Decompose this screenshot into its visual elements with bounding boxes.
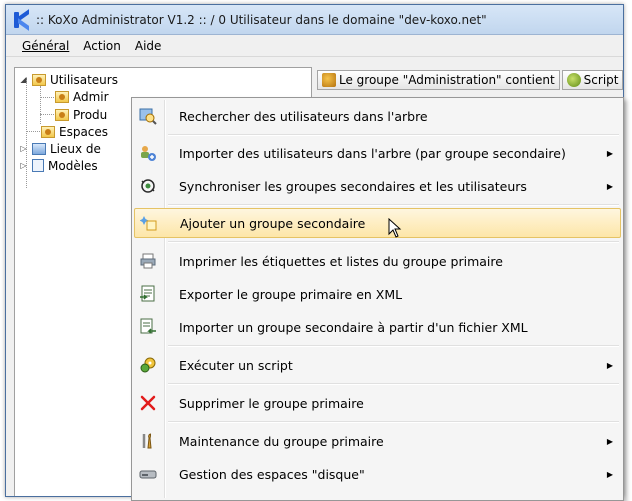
import-xml-icon bbox=[139, 318, 157, 336]
menu-item-label: Maintenance du groupe primaire bbox=[179, 433, 384, 449]
group-folder-icon bbox=[55, 108, 69, 121]
template-icon bbox=[32, 159, 44, 172]
menu-item-label: Importer un groupe secondaire à partir d… bbox=[179, 319, 528, 335]
menu-item-import-users[interactable]: Importer des utilisateurs dans l'arbre (… bbox=[134, 138, 621, 168]
menu-item-label: Exporter le groupe primaire en XML bbox=[179, 286, 403, 302]
script-button[interactable]: Script bbox=[561, 70, 623, 90]
tree-item-label: Modèles bbox=[48, 158, 98, 173]
mouse-cursor-icon bbox=[388, 218, 402, 238]
menu-item-delete-group[interactable]: Supprimer le groupe primaire bbox=[134, 388, 621, 418]
group-info-label: Le groupe "Administration" contient bbox=[339, 73, 555, 87]
expand-arrow-icon[interactable]: ▷ bbox=[19, 144, 28, 153]
menu-separator bbox=[168, 421, 619, 423]
context-menu: Rechercher des utilisateurs dans l'arbre… bbox=[131, 97, 624, 501]
submenu-arrow-icon: ▶ bbox=[606, 360, 613, 370]
submenu-arrow-icon: ▶ bbox=[606, 181, 613, 191]
places-icon bbox=[32, 142, 46, 155]
menu-action[interactable]: Action bbox=[83, 39, 121, 53]
menu-item-print-labels[interactable]: Imprimer les étiquettes et listes du gro… bbox=[134, 246, 621, 276]
tree-item-label: Espaces bbox=[59, 124, 109, 139]
print-icon bbox=[139, 252, 157, 270]
group-folder-icon bbox=[55, 90, 69, 103]
menu-separator bbox=[168, 241, 619, 243]
menu-separator bbox=[168, 345, 619, 347]
maintenance-icon bbox=[139, 432, 157, 450]
window-title: :: KoXo Administrator V1.2 :: / 0 Utilis… bbox=[36, 12, 487, 27]
group-icon bbox=[322, 73, 336, 87]
submenu-arrow-icon: ▶ bbox=[606, 148, 613, 158]
menu-item-label: Importer des utilisateurs dans l'arbre (… bbox=[179, 145, 566, 161]
menu-item-add-secondary-group[interactable]: Ajouter un groupe secondaire bbox=[134, 208, 621, 238]
tree-item-label: Admir bbox=[73, 89, 109, 104]
add-group-icon bbox=[140, 214, 158, 232]
menu-separator bbox=[168, 383, 619, 385]
collapse-arrow-icon[interactable]: ◢ bbox=[19, 75, 28, 84]
menu-item-label: Ajouter un groupe secondaire bbox=[180, 215, 366, 231]
tree-item-utilisateurs[interactable]: ◢ Utilisateurs bbox=[19, 71, 118, 88]
menu-item-label: Gestion des espaces "disque" bbox=[179, 466, 365, 482]
menu-item-sync-groups[interactable]: Synchroniser les groupes secondaires et … bbox=[134, 171, 621, 201]
tree-item-administration[interactable]: Admir bbox=[55, 88, 109, 105]
submenu-arrow-icon: ▶ bbox=[606, 469, 613, 479]
script-label: Script bbox=[583, 73, 619, 87]
menu-item-search-users[interactable]: Rechercher des utilisateurs dans l'arbre bbox=[134, 101, 621, 131]
tree-item-label: Produ bbox=[73, 107, 108, 122]
tree-item-espaces[interactable]: Espaces bbox=[41, 123, 108, 140]
menu-item-maintenance[interactable]: Maintenance du groupe primaire ▶ bbox=[134, 426, 621, 456]
menu-item-label: Imprimer les étiquettes et listes du gro… bbox=[179, 253, 503, 269]
menu-separator bbox=[168, 134, 619, 136]
menu-separator bbox=[168, 204, 619, 206]
script-icon bbox=[566, 73, 581, 87]
menu-general[interactable]: Général bbox=[22, 39, 69, 53]
sync-icon bbox=[139, 177, 157, 195]
tree-item-lieux[interactable]: ▷ Lieux de bbox=[19, 140, 101, 157]
tree-item-production[interactable]: Produ bbox=[55, 106, 107, 123]
group-info-button[interactable]: Le groupe "Administration" contient bbox=[317, 70, 560, 90]
disk-icon bbox=[139, 465, 157, 483]
menu-item-disk-spaces[interactable]: Gestion des espaces "disque" ▶ bbox=[134, 459, 621, 489]
tree-item-label: Utilisateurs bbox=[50, 72, 118, 87]
menu-aide[interactable]: Aide bbox=[135, 39, 162, 53]
menu-bar: Général Action Aide bbox=[6, 35, 623, 57]
expand-arrow-icon[interactable]: ▷ bbox=[19, 161, 28, 170]
app-logo-icon bbox=[12, 8, 30, 31]
delete-icon bbox=[139, 394, 157, 412]
menu-item-label: Exécuter un script bbox=[179, 357, 293, 373]
right-toolbar: Le groupe "Administration" contient Scri… bbox=[317, 69, 623, 91]
title-bar[interactable]: :: KoXo Administrator V1.2 :: / 0 Utilis… bbox=[6, 5, 623, 35]
search-users-icon bbox=[139, 107, 157, 125]
submenu-arrow-icon: ▶ bbox=[606, 436, 613, 446]
menu-item-run-script[interactable]: Exécuter un script ▶ bbox=[134, 350, 621, 380]
menu-item-export-xml[interactable]: Exporter le groupe primaire en XML bbox=[134, 279, 621, 309]
menu-item-label: Synchroniser les groupes secondaires et … bbox=[179, 178, 527, 194]
import-users-icon bbox=[139, 144, 157, 162]
spaces-icon bbox=[41, 125, 55, 138]
tree-item-label: Lieux de bbox=[50, 141, 101, 156]
group-folder-icon bbox=[32, 73, 46, 86]
script-icon bbox=[139, 356, 157, 374]
menu-item-label: Rechercher des utilisateurs dans l'arbre bbox=[179, 108, 428, 124]
export-xml-icon bbox=[139, 285, 157, 303]
menu-item-import-xml[interactable]: Importer un groupe secondaire à partir d… bbox=[134, 312, 621, 342]
tree-item-modeles[interactable]: ▷ Modèles bbox=[19, 157, 98, 174]
menu-item-label: Supprimer le groupe primaire bbox=[179, 395, 364, 411]
